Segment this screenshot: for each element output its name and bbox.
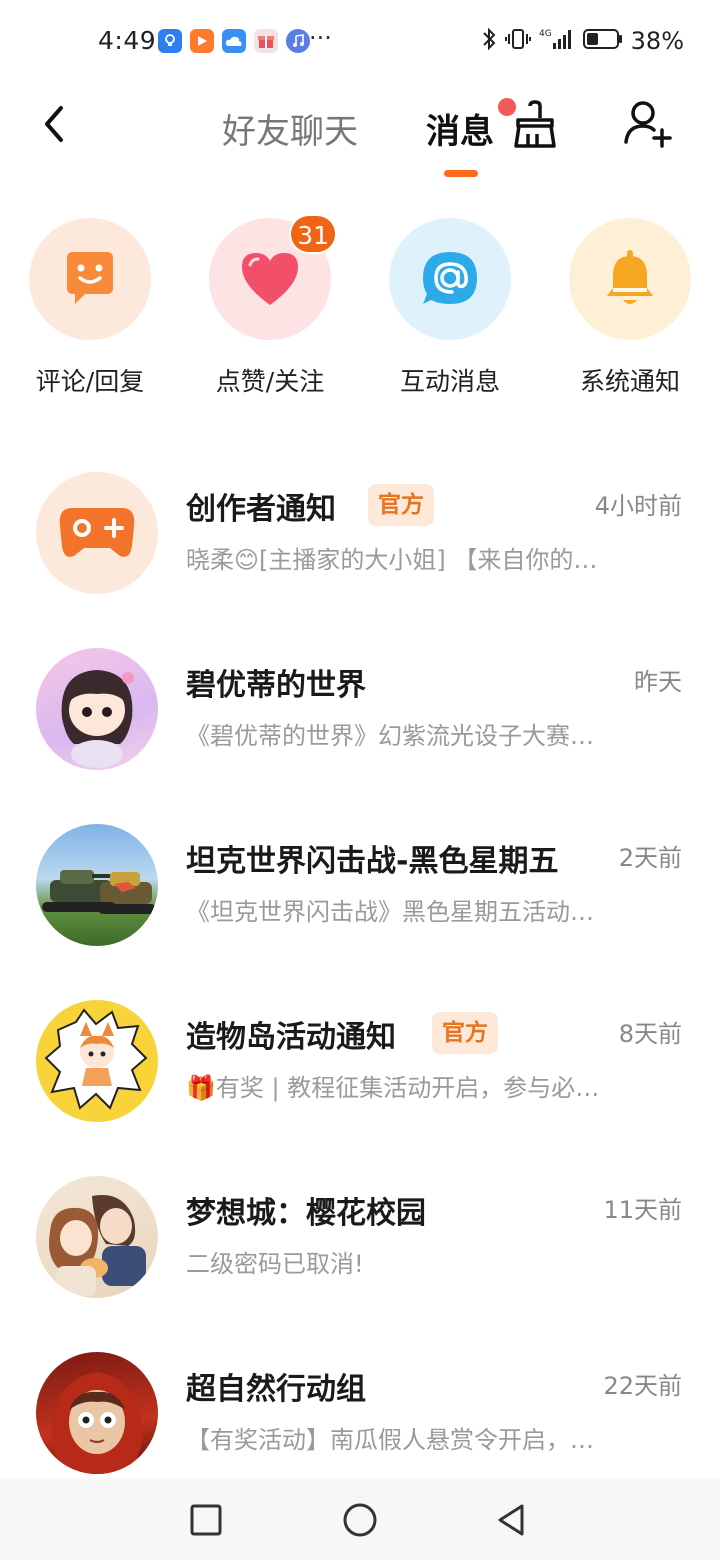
conversation-title: 坦克世界闪击战-黑色星期五 [186,844,559,879]
game-avatar-tank [36,824,158,946]
bluetooth-icon [481,26,497,56]
gamepad-icon [59,508,135,557]
official-badge: 官方 [432,1012,498,1054]
status-right: 4G 38% [481,26,684,56]
game-avatar-hooded-girl [36,1352,158,1474]
conversation-title: 梦想城：樱花校园 [186,1196,426,1231]
official-badge: 官方 [368,484,434,526]
list-item[interactable]: 坦克世界闪击战-黑色星期五 2天前 《坦克世界闪击战》黑色星期五活动… [0,822,720,952]
category-label: 互动消息 [399,367,500,396]
chevron-left-icon [45,106,63,142]
conversation-title: 造物岛活动通知 [186,1020,396,1055]
conversation-preview: 《碧优蒂的世界》幻紫流光设子大赛… [186,722,594,750]
video-app-icon [190,29,214,53]
tank-avatar-art [42,870,156,914]
more-notifications-indicator: ··· [309,24,332,52]
hooded-girl-avatar-art [51,1372,143,1474]
vibrate-icon [504,26,531,56]
category-likes-follows[interactable]: 31 点赞/关注 [195,214,345,398]
conversation-title: 超自然行动组 [186,1372,366,1407]
game-avatar-anime-girl [36,648,158,770]
triangle-back-icon [498,1504,524,1536]
home-button[interactable] [340,1500,380,1540]
messages-screen: 4:49 ··· 4G 38% 好友聊天 消息 评论/回复 31 点赞/关注 互… [0,0,720,1560]
conversation-preview: 🎁有奖 | 教程征集活动开启，参与必… [186,1074,600,1102]
message-categories: 评论/回复 31 点赞/关注 互动消息 系统通知 [0,214,720,408]
circle-icon [343,1503,377,1537]
conversation-time: 22天前 [603,1372,682,1400]
conversation-preview: 二级密码已取消! [186,1250,364,1278]
category-icon-circle [569,218,691,340]
notification-app-icons [158,29,310,53]
conversation-preview: 【有奖活动】南瓜假人悬赏令开启，… [186,1426,594,1454]
at-sign-icon [423,252,477,304]
signal-icon: 4G [539,26,575,56]
system-navigation-bar [0,1478,720,1560]
conversation-time: 2天前 [618,844,682,872]
anime-girl-avatar-art [61,670,134,768]
conversation-time: 8天前 [618,1020,682,1048]
conversation-preview: 《坦克世界闪击战》黑色星期五活动… [186,898,594,926]
list-item[interactable]: 超自然行动组 22天前 【有奖活动】南瓜假人悬赏令开启，… [0,1350,720,1480]
creator-notice-avatar [36,472,158,594]
back-button[interactable] [30,98,78,150]
conversation-preview: 晓柔😊[主播家的大小姐] 【来自你的… [186,546,598,574]
game-avatar-fox-girl [36,1000,158,1122]
conversation-time: 4小时前 [594,492,682,520]
lightbulb-app-icon [158,29,182,53]
tab-friends-chat[interactable]: 好友聊天 [222,104,358,153]
category-label: 评论/回复 [35,367,145,396]
list-item[interactable]: 梦想城：樱花校园 11天前 二级密码已取消! [0,1174,720,1304]
category-comments-replies[interactable]: 评论/回复 [15,218,165,398]
unread-count-badge: 31 [289,214,337,254]
gift-app-icon [254,29,278,53]
back-nav-button[interactable] [492,1500,532,1540]
category-system-notices[interactable]: 系统通知 [555,218,705,398]
couple-avatar-art [49,1195,146,1296]
top-header: 好友聊天 消息 [0,84,720,194]
heart-icon [242,253,298,305]
list-item[interactable]: 创作者通知 官方 4小时前 晓柔😊[主播家的大小姐] 【来自你的… [0,470,720,600]
category-label: 系统通知 [579,367,680,396]
category-icon-circle: 31 [209,214,337,340]
svg-text:4G: 4G [539,29,552,39]
active-tab-indicator [444,170,478,177]
cloud-app-icon [222,29,246,53]
category-icon-circle [389,218,511,340]
list-item[interactable]: 碧优蒂的世界 昨天 《碧优蒂的世界》幻紫流光设子大赛… [0,646,720,776]
music-app-icon [286,29,310,53]
add-user-icon [624,101,672,148]
broom-icon [514,100,556,148]
status-time: 4:49 [98,26,157,55]
battery-percent: 38% [630,27,684,55]
category-interactions[interactable]: 互动消息 [375,218,525,398]
comment-face-icon [67,252,113,304]
square-icon [190,1504,222,1536]
tab-messages[interactable]: 消息 [426,104,494,153]
category-label: 点赞/关注 [215,367,325,396]
conversation-time: 昨天 [634,668,682,696]
conversation-time: 11天前 [603,1196,682,1224]
bell-icon [607,250,653,304]
category-icon-circle [29,218,151,340]
conversation-title: 创作者通知 [186,492,336,527]
add-friend-button[interactable] [622,98,674,150]
status-bar: 4:49 ··· 4G 38% [0,0,720,84]
list-item[interactable]: 造物岛活动通知 官方 8天前 🎁有奖 | 教程征集活动开启，参与必… [0,998,720,1128]
clear-unread-button[interactable] [510,100,560,150]
battery-icon [582,27,623,55]
recents-button[interactable] [186,1500,226,1540]
fox-girl-avatar-art [44,1008,148,1110]
game-avatar-couple [36,1176,158,1298]
conversation-title: 碧优蒂的世界 [186,668,366,703]
